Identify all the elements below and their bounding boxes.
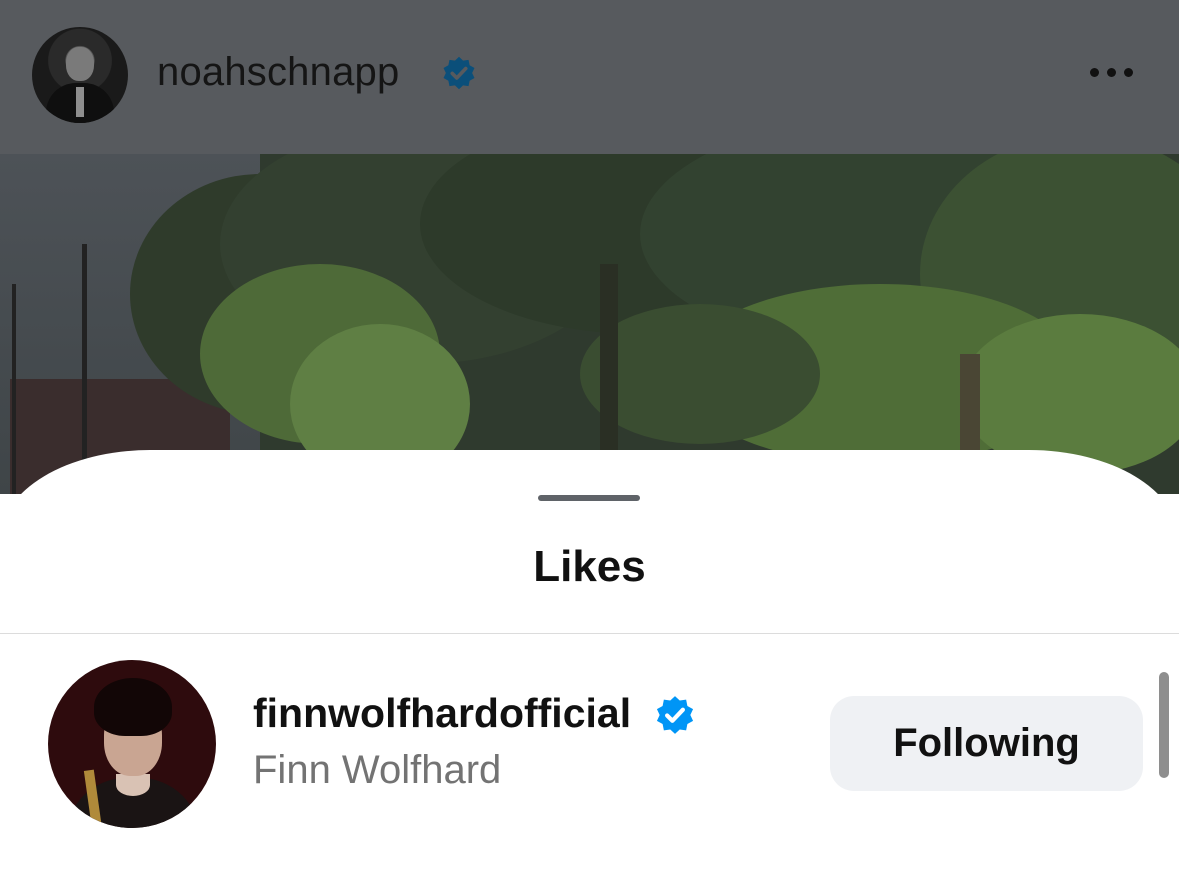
following-button[interactable]: Following	[830, 696, 1143, 791]
post-photo[interactable]	[0, 154, 1179, 494]
sheet-divider	[0, 633, 1179, 634]
dot-icon	[1124, 68, 1133, 77]
more-options-button[interactable]	[1086, 58, 1138, 88]
post-header: noahschnapp	[0, 0, 1179, 154]
avatar-hair	[94, 678, 172, 736]
liker-avatar[interactable]	[48, 660, 216, 828]
liker-full-name: Finn Wolfhard	[253, 748, 502, 792]
dot-icon	[1107, 68, 1116, 77]
avatar-face	[66, 47, 94, 81]
dot-icon	[1090, 68, 1099, 77]
post-author-avatar[interactable]	[32, 27, 128, 123]
avatar-tie	[76, 87, 84, 117]
likes-sheet: Likes finnwolfhardofficial Finn Wolfhard…	[0, 450, 1179, 870]
avatar-collar	[116, 774, 150, 796]
liker-row[interactable]: finnwolfhardofficial Finn Wolfhard Follo…	[0, 650, 1179, 830]
verified-badge-icon	[443, 56, 475, 90]
sheet-title: Likes	[533, 542, 646, 591]
post-author-username[interactable]: noahschnapp	[157, 50, 399, 95]
photo-trees	[10, 154, 1179, 494]
sheet-grabber[interactable]	[538, 495, 640, 501]
scrollbar[interactable]	[1159, 672, 1169, 778]
verified-badge-icon	[656, 696, 694, 734]
liker-username[interactable]: finnwolfhardofficial	[253, 690, 631, 737]
